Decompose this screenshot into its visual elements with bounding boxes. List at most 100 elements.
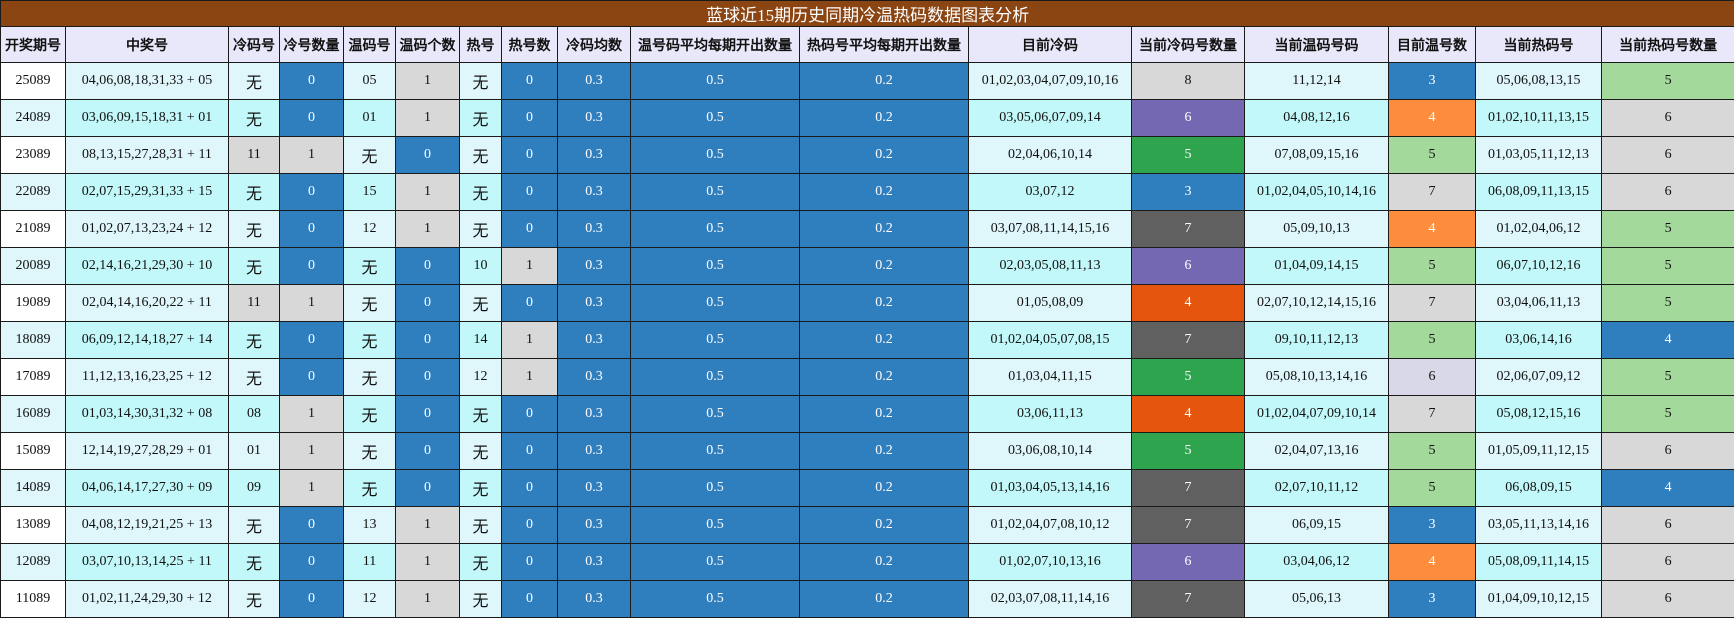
table-cell: 0 <box>501 506 558 544</box>
table-cell: 0 <box>279 358 344 396</box>
table-cell: 8 <box>1131 62 1245 100</box>
column-header: 温号码平均每期开出数量 <box>630 26 800 63</box>
table-cell: 01 <box>343 99 396 137</box>
analysis-table: 蓝球近15期历史同期冷温热码数据图表分析 开奖期号 中奖号 冷码号 冷号数量 温码号 温码… <box>0 0 1734 618</box>
table-cell: 无 <box>459 469 502 507</box>
table-cell: 6 <box>1131 247 1245 285</box>
table-cell: 02,14,16,21,29,30 + 10 <box>65 247 229 285</box>
table-cell: 11,12,14 <box>1244 62 1389 100</box>
table-cell: 03,06,09,15,18,31 + 01 <box>65 99 229 137</box>
table-cell: 10 <box>459 247 502 285</box>
table-row: 19089 02,04,14,16,20,22 + 11 11 1 无 0 无 0 0.3 0.5… <box>0 284 1734 322</box>
table-cell: 0.3 <box>557 543 631 581</box>
table-cell: 01,02,07,10,13,16 <box>968 543 1132 581</box>
table-cell: 04,08,12,16 <box>1244 99 1389 137</box>
column-header: 目前温号数 <box>1388 26 1476 63</box>
table-cell: 5 <box>1600 62 1734 100</box>
table-cell: 0 <box>395 321 460 359</box>
table-cell: 03,05,06,07,09,14 <box>968 99 1132 137</box>
table-cell: 6 <box>1131 543 1245 581</box>
table-row: 23089 08,13,15,27,28,31 + 11 11 1 无 0 无 0 0.3 0.5… <box>0 136 1734 174</box>
table-cell: 02,03,05,08,11,13 <box>968 247 1132 285</box>
table-cell: 7 <box>1131 580 1245 618</box>
table-cell: 0.5 <box>630 173 800 211</box>
table-cell: 04,06,14,17,27,30 + 09 <box>65 469 229 507</box>
table-cell: 01,05,09,11,12,15 <box>1475 432 1602 470</box>
table-cell: 6 <box>1600 99 1734 137</box>
column-header: 热码号平均每期开出数量 <box>799 26 969 63</box>
table-cell: 01 <box>228 432 280 470</box>
table-cell: 01,02,04,06,12 <box>1475 210 1602 248</box>
table-cell: 1 <box>395 506 460 544</box>
table-cell: 02,07,15,29,31,33 + 15 <box>65 173 229 211</box>
table-cell: 23089 <box>0 136 66 174</box>
table-cell: 18089 <box>0 321 66 359</box>
table-cell: 无 <box>343 284 396 322</box>
table-cell: 16089 <box>0 395 66 433</box>
table-cell: 01,02,07,13,23,24 + 12 <box>65 210 229 248</box>
table-cell: 6 <box>1600 506 1734 544</box>
table-cell: 06,09,15 <box>1244 506 1389 544</box>
table-cell: 0 <box>501 284 558 322</box>
table-cell: 20089 <box>0 247 66 285</box>
table-cell: 0.3 <box>557 432 631 470</box>
table-title: 蓝球近15期历史同期冷温热码数据图表分析 <box>0 0 1734 27</box>
table-cell: 0.3 <box>557 136 631 174</box>
table-cell: 0.2 <box>799 358 969 396</box>
column-header: 冷码均数 <box>557 26 631 63</box>
table-cell: 02,04,14,16,20,22 + 11 <box>65 284 229 322</box>
table-cell: 0.2 <box>799 210 969 248</box>
table-cell: 05,08,12,15,16 <box>1475 395 1602 433</box>
table-cell: 0 <box>395 284 460 322</box>
table-cell: 0 <box>501 210 558 248</box>
table-cell: 19089 <box>0 284 66 322</box>
table-cell: 1 <box>395 543 460 581</box>
table-cell: 0 <box>279 321 344 359</box>
table-row: 14089 04,06,14,17,27,30 + 09 09 1 无 0 无 0 0.3 0.5… <box>0 469 1734 507</box>
table-cell: 无 <box>228 543 280 581</box>
table-cell: 0 <box>395 136 460 174</box>
table-cell: 5 <box>1388 432 1476 470</box>
table-cell: 7 <box>1388 395 1476 433</box>
table-cell: 3 <box>1388 506 1476 544</box>
table-cell: 无 <box>228 247 280 285</box>
table-cell: 21089 <box>0 210 66 248</box>
table-cell: 0.5 <box>630 284 800 322</box>
table-cell: 05 <box>343 62 396 100</box>
table-cell: 01,04,09,14,15 <box>1244 247 1389 285</box>
table-row: 24089 03,06,09,15,18,31 + 01 无 0 01 1 无 0 0.3 0.5… <box>0 99 1734 137</box>
table-cell: 无 <box>459 506 502 544</box>
table-cell: 15 <box>343 173 396 211</box>
table-cell: 01,03,05,11,12,13 <box>1475 136 1602 174</box>
table-cell: 1 <box>395 580 460 618</box>
table-cell: 1 <box>279 469 344 507</box>
table-cell: 0.3 <box>557 469 631 507</box>
column-header: 目前冷码 <box>968 26 1132 63</box>
table-cell: 0.5 <box>630 543 800 581</box>
table-cell: 01,02,04,07,09,10,14 <box>1244 395 1389 433</box>
table-row: 13089 04,08,12,19,21,25 + 13 无 0 13 1 无 0 0.3 0.5… <box>0 506 1734 544</box>
table-cell: 0 <box>279 62 344 100</box>
column-header: 当前冷码号数量 <box>1131 26 1245 63</box>
table-cell: 1 <box>501 247 558 285</box>
table-cell: 01,02,10,11,13,15 <box>1475 99 1602 137</box>
table-cell: 无 <box>228 173 280 211</box>
table-cell: 05,06,13 <box>1244 580 1389 618</box>
table-cell: 11089 <box>0 580 66 618</box>
table-cell: 02,04,06,10,14 <box>968 136 1132 174</box>
table-cell: 无 <box>459 62 502 100</box>
table-cell: 02,04,07,13,16 <box>1244 432 1389 470</box>
table-cell: 25089 <box>0 62 66 100</box>
table-cell: 无 <box>459 210 502 248</box>
table-cell: 0.5 <box>630 358 800 396</box>
table-cell: 06,08,09,15 <box>1475 469 1602 507</box>
table-cell: 0.5 <box>630 210 800 248</box>
table-cell: 11 <box>343 543 396 581</box>
table-cell: 7 <box>1388 284 1476 322</box>
table-cell: 05,08,10,13,14,16 <box>1244 358 1389 396</box>
table-cell: 0.5 <box>630 62 800 100</box>
table-row: 20089 02,14,16,21,29,30 + 10 无 0 无 0 10 1 0.3 0.5… <box>0 247 1734 285</box>
column-header: 温码号 <box>343 26 396 63</box>
table-cell: 无 <box>228 358 280 396</box>
table-cell: 0 <box>395 432 460 470</box>
